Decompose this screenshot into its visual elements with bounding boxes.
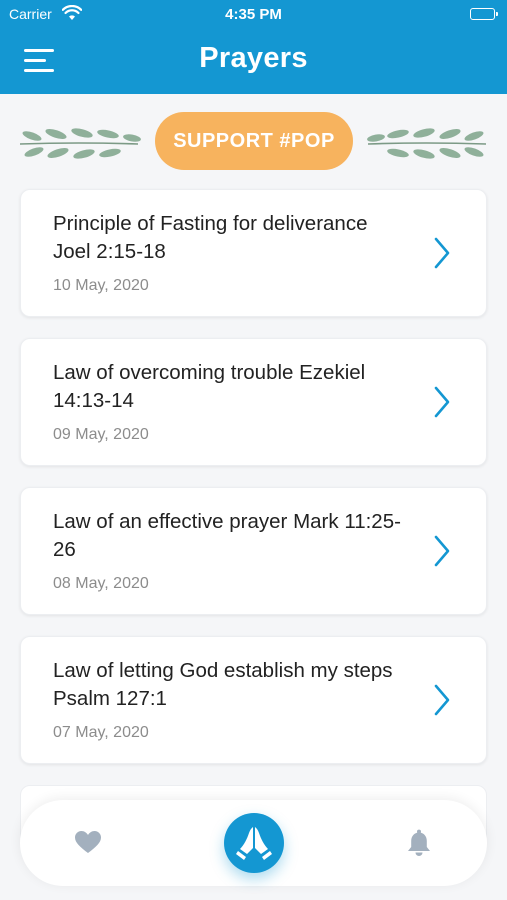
prayer-card[interactable]: Law of letting God establish my steps Ps… bbox=[20, 636, 487, 764]
nav-bar: Prayers bbox=[0, 28, 507, 94]
prayer-title: Law of overcoming trouble Ezekiel 14:13-… bbox=[53, 361, 366, 412]
prayer-card[interactable]: Law of an effective prayer Mark 11:25-26… bbox=[20, 487, 487, 615]
status-time: 4:35 PM bbox=[225, 6, 282, 23]
prayer-title: Principle of Fasting for deliverance Joe… bbox=[53, 212, 368, 263]
page-title: Prayers bbox=[199, 42, 308, 74]
prayer-card[interactable]: Law of overcoming trouble Ezekiel 14:13-… bbox=[20, 338, 487, 466]
chevron-right-icon bbox=[434, 237, 450, 269]
olive-branch-icon bbox=[18, 122, 142, 167]
prayer-date: 07 May, 2020 bbox=[53, 724, 149, 741]
chevron-right-icon bbox=[434, 386, 450, 418]
olive-branch-icon bbox=[366, 122, 490, 167]
prayer-date: 08 May, 2020 bbox=[53, 575, 149, 592]
prayer-title: Law of an effective prayer Mark 11:25-26 bbox=[53, 510, 401, 561]
chevron-right-icon bbox=[434, 535, 450, 567]
bell-icon[interactable] bbox=[406, 829, 432, 862]
heart-icon[interactable] bbox=[74, 830, 102, 859]
support-banner: SUPPORT #POP bbox=[0, 106, 507, 176]
prayer-date: 10 May, 2020 bbox=[53, 277, 149, 294]
battery-icon bbox=[470, 8, 498, 20]
bottom-tab-bar bbox=[20, 800, 487, 886]
prayer-date: 09 May, 2020 bbox=[53, 426, 149, 443]
prayer-card[interactable]: Principle of Fasting for deliverance Joe… bbox=[20, 189, 487, 317]
status-bar: Carrier 4:35 PM bbox=[0, 0, 507, 28]
prayer-title: Law of letting God establish my steps Ps… bbox=[53, 659, 393, 710]
support-button[interactable]: SUPPORT #POP bbox=[155, 112, 353, 170]
praying-hands-icon[interactable] bbox=[224, 813, 284, 873]
chevron-right-icon bbox=[434, 684, 450, 716]
